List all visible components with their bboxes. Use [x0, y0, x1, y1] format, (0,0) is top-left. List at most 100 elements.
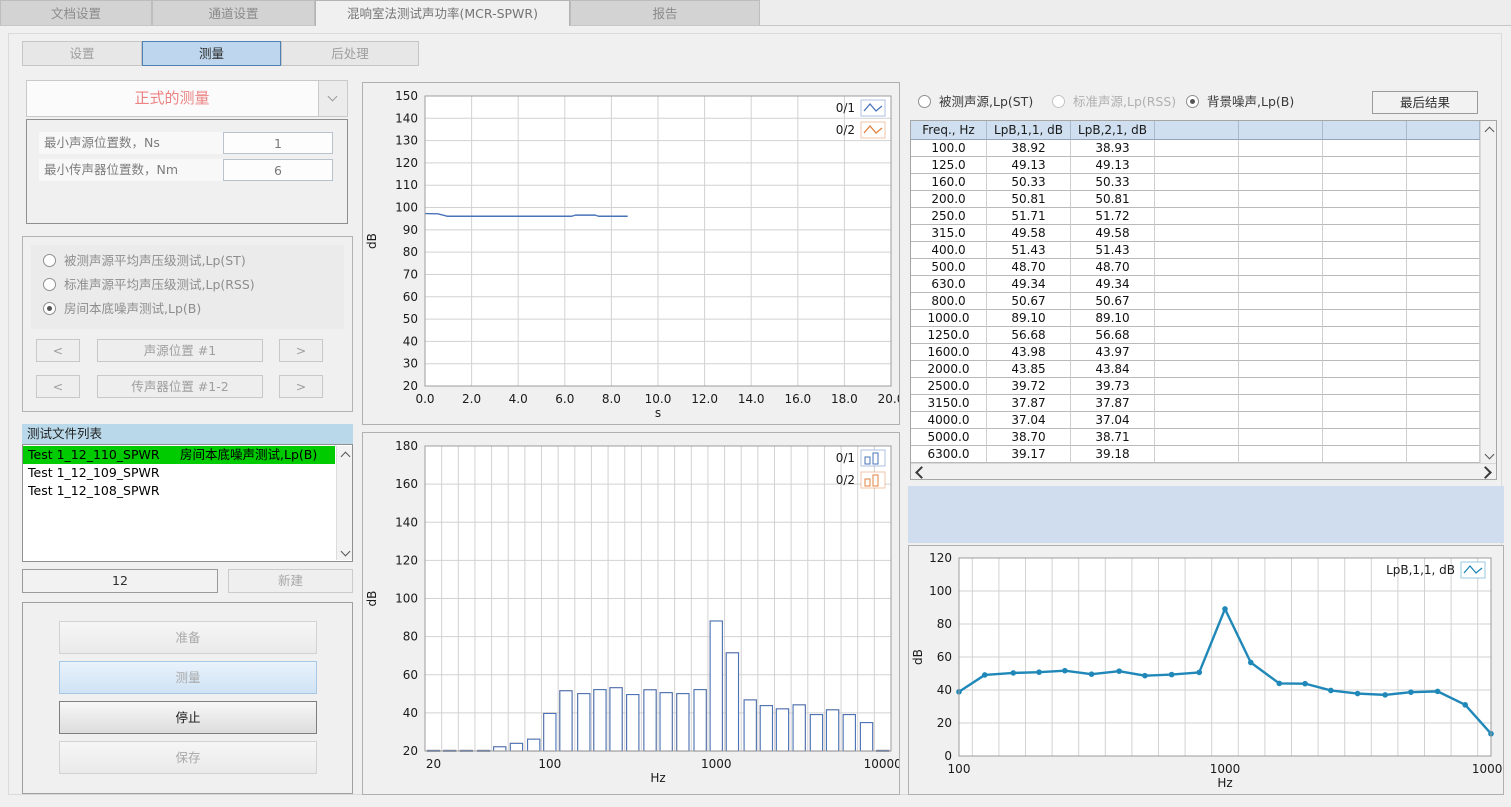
table-cell[interactable] [1407, 191, 1480, 208]
table-cell[interactable] [1239, 446, 1323, 463]
table-cell[interactable]: 43.97 [1071, 344, 1155, 361]
new-file-button[interactable]: 新建 [228, 569, 353, 593]
table-cell[interactable] [1155, 344, 1239, 361]
table-cell[interactable]: 37.87 [987, 395, 1071, 412]
table-cell[interactable] [1239, 412, 1323, 429]
table-row[interactable]: 315.049.5849.58 [911, 225, 1480, 242]
table-cell[interactable] [1239, 259, 1323, 276]
table-cell[interactable]: 500.0 [911, 259, 987, 276]
table-cell[interactable]: 37.04 [1071, 412, 1155, 429]
table-cell[interactable]: 39.18 [1071, 446, 1155, 463]
table-cell[interactable]: 2000.0 [911, 361, 987, 378]
final-result-button[interactable]: 最后结果 [1372, 91, 1478, 114]
table-cell[interactable]: 38.70 [987, 429, 1071, 446]
table-cell[interactable] [1155, 174, 1239, 191]
table-cell[interactable]: 50.67 [1071, 293, 1155, 310]
table-cell[interactable] [1407, 293, 1480, 310]
table-column-header[interactable] [1407, 121, 1480, 140]
table-row[interactable]: 160.050.3350.33 [911, 174, 1480, 191]
table-cell[interactable] [1323, 242, 1407, 259]
table-row[interactable]: 800.050.6750.67 [911, 293, 1480, 310]
radio-lp-rss-label[interactable]: 标准声源平均声压级测试,Lp(RSS) [64, 277, 255, 293]
table-row[interactable]: 630.049.3449.34 [911, 276, 1480, 293]
table-cell[interactable]: 38.71 [1071, 429, 1155, 446]
table-cell[interactable] [1407, 446, 1480, 463]
table-row[interactable]: 4000.037.0437.04 [911, 412, 1480, 429]
table-cell[interactable] [1239, 378, 1323, 395]
table-cell[interactable]: 89.10 [987, 310, 1071, 327]
table-cell[interactable]: 49.13 [987, 157, 1071, 174]
result-table[interactable]: Freq., HzLpB,1,1, dBLpB,2,1, dB100.038.9… [910, 120, 1497, 480]
table-cell[interactable] [1155, 310, 1239, 327]
table-cell[interactable] [1155, 191, 1239, 208]
table-cell[interactable]: 43.85 [987, 361, 1071, 378]
tab-document-settings[interactable]: 文档设置 [0, 0, 152, 25]
radio-lp-st[interactable] [43, 254, 56, 267]
table-cell[interactable]: 51.72 [1071, 208, 1155, 225]
table-row[interactable]: 2000.043.8543.84 [911, 361, 1480, 378]
table-cell[interactable]: 3150.0 [911, 395, 987, 412]
table-cell[interactable]: 49.34 [987, 276, 1071, 293]
nm-input[interactable] [223, 159, 333, 181]
tab-mcr-spwr[interactable]: 混响室法测试声功率(MCR-SPWR) [315, 0, 570, 26]
table-cell[interactable]: 43.84 [1071, 361, 1155, 378]
table-cell[interactable]: 2500.0 [911, 378, 987, 395]
table-cell[interactable]: 315.0 [911, 225, 987, 242]
table-cell[interactable] [1239, 157, 1323, 174]
table-cell[interactable] [1323, 208, 1407, 225]
save-button[interactable]: 保存 [59, 741, 317, 774]
table-cell[interactable] [1155, 446, 1239, 463]
table-cell[interactable] [1323, 157, 1407, 174]
table-cell[interactable] [1323, 310, 1407, 327]
mic-position-next-button[interactable]: > [279, 375, 323, 398]
table-cell[interactable] [1323, 446, 1407, 463]
table-column-header[interactable]: LpB,1,1, dB [987, 121, 1071, 140]
source-position-prev-button[interactable]: < [36, 339, 80, 362]
table-cell[interactable] [1323, 140, 1407, 157]
source-position-next-button[interactable]: > [279, 339, 323, 362]
prepare-button[interactable]: 准备 [59, 621, 317, 654]
table-column-header[interactable] [1155, 121, 1239, 140]
radio-lp-b-label[interactable]: 房间本底噪声测试,Lp(B) [64, 301, 201, 317]
table-cell[interactable]: 48.70 [987, 259, 1071, 276]
table-cell[interactable]: 50.67 [987, 293, 1071, 310]
table-cell[interactable] [1323, 378, 1407, 395]
table-cell[interactable] [1239, 361, 1323, 378]
table-cell[interactable] [1239, 191, 1323, 208]
table-cell[interactable]: 50.33 [1071, 174, 1155, 191]
table-column-header[interactable]: Freq., Hz [911, 121, 987, 140]
table-cell[interactable] [1407, 276, 1480, 293]
table-row[interactable]: 1250.056.6856.68 [911, 327, 1480, 344]
table-cell[interactable] [1239, 429, 1323, 446]
result-radio-lp-st[interactable] [918, 95, 931, 108]
table-cell[interactable] [1323, 395, 1407, 412]
table-row[interactable]: 500.048.7048.70 [911, 259, 1480, 276]
table-cell[interactable]: 1000.0 [911, 310, 987, 327]
table-cell[interactable] [1155, 242, 1239, 259]
table-cell[interactable]: 5000.0 [911, 429, 987, 446]
file-list-item[interactable]: Test 1_12_110_SPWR房间本底噪声测试,Lp(B) [23, 446, 335, 464]
table-row[interactable]: 250.051.7151.72 [911, 208, 1480, 225]
table-cell[interactable] [1155, 259, 1239, 276]
table-cell[interactable] [1323, 174, 1407, 191]
tab-report[interactable]: 报告 [570, 0, 760, 25]
table-cell[interactable] [1323, 276, 1407, 293]
table-row[interactable]: 1600.043.9843.97 [911, 344, 1480, 361]
table-cell[interactable] [1407, 378, 1480, 395]
radio-lp-st-label[interactable]: 被测声源平均声压级测试,Lp(ST) [64, 253, 246, 269]
table-cell[interactable] [1155, 395, 1239, 412]
file-count-button[interactable]: 12 [22, 569, 218, 593]
table-cell[interactable] [1323, 429, 1407, 446]
measurement-mode-select[interactable]: 正式的测量 [26, 80, 348, 117]
table-cell[interactable]: 89.10 [1071, 310, 1155, 327]
table-column-header[interactable] [1239, 121, 1323, 140]
table-cell[interactable] [1239, 395, 1323, 412]
table-column-header[interactable] [1323, 121, 1407, 140]
table-vertical-scrollbar[interactable] [1480, 121, 1496, 463]
table-cell[interactable]: 1250.0 [911, 327, 987, 344]
table-cell[interactable] [1155, 327, 1239, 344]
table-cell[interactable] [1323, 225, 1407, 242]
table-cell[interactable]: 49.58 [987, 225, 1071, 242]
subtab-postprocess[interactable]: 后处理 [281, 41, 419, 66]
table-row[interactable]: 1000.089.1089.10 [911, 310, 1480, 327]
